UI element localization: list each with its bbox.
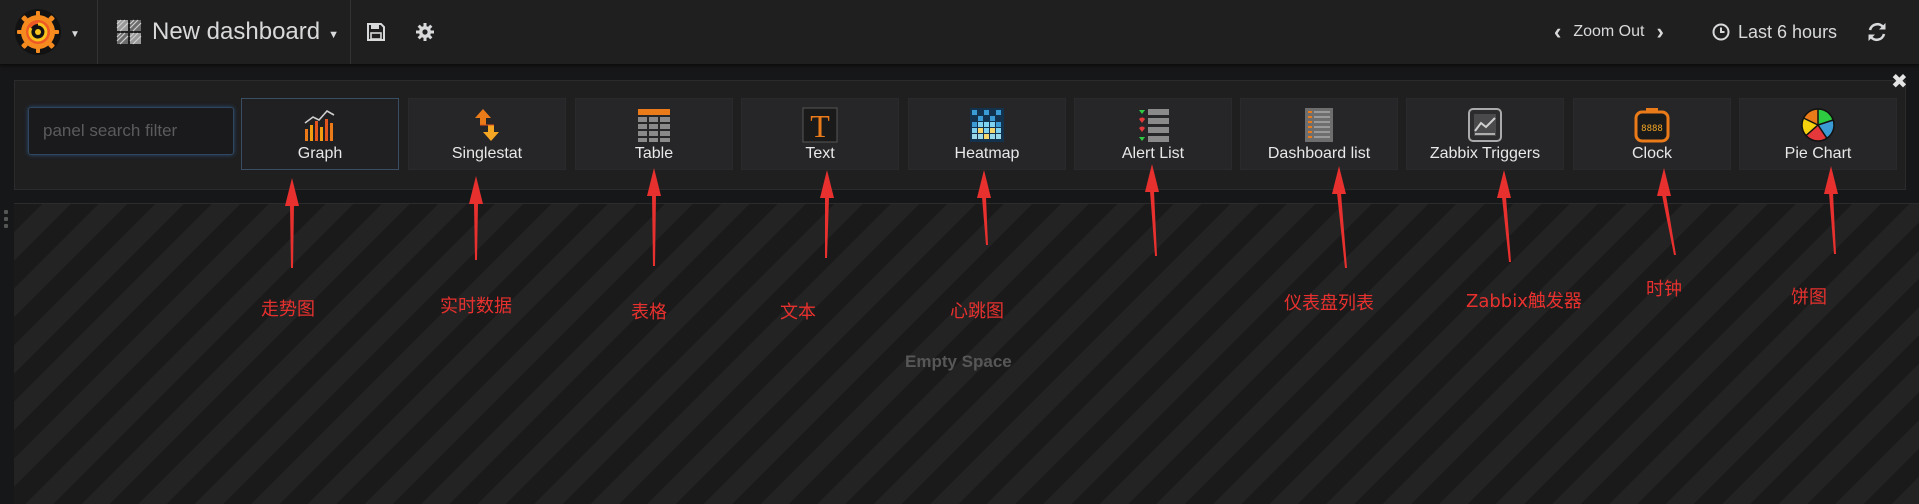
annotation-text: 文本 xyxy=(780,302,816,323)
save-dashboard-button[interactable] xyxy=(362,18,390,46)
svg-text:T: T xyxy=(810,108,830,143)
heatmap-icon xyxy=(970,108,1004,142)
annotation-clock: 时钟 xyxy=(1646,279,1682,300)
zoom-out-button[interactable]: Zoom Out xyxy=(1573,23,1644,41)
annotation-dashboard-list: 仪表盘列表 xyxy=(1284,293,1374,314)
time-range-picker[interactable]: Last 6 hours xyxy=(1712,18,1837,46)
panel-tile-dashboard-list[interactable]: Dashboard list xyxy=(1240,98,1398,170)
panel-label: Clock xyxy=(1631,145,1672,162)
annotation-pie-chart: 饼图 xyxy=(1791,287,1827,308)
dashboard-settings-button[interactable] xyxy=(411,18,439,46)
panel-tile-clock[interactable]: 8888 Clock xyxy=(1573,98,1731,170)
zabbix-triggers-icon xyxy=(1468,108,1502,142)
annotation-zabbix-triggers: Zabbix触发器 xyxy=(1466,291,1582,312)
time-range-label: Last 6 hours xyxy=(1738,21,1838,42)
panel-tile-graph[interactable]: Graph xyxy=(241,98,399,170)
panel-label: Pie Chart xyxy=(1784,145,1852,162)
panel-tile-table[interactable]: Table xyxy=(575,98,733,170)
panel-label: Text xyxy=(805,145,835,162)
svg-text:8888: 8888 xyxy=(1641,124,1663,134)
caret-down-icon: ▼ xyxy=(328,29,339,41)
annotation-heatmap: 心跳图 xyxy=(950,301,1004,322)
alert-list-icon xyxy=(1139,109,1169,142)
grafana-logo-icon xyxy=(15,9,61,55)
annotation-singlestat: 实时数据 xyxy=(440,296,512,317)
time-shift-back-button[interactable]: ‹ xyxy=(1554,19,1561,45)
dashboard-title-dropdown[interactable]: New dashboard ▼ xyxy=(116,14,339,50)
time-shift-forward-button[interactable]: › xyxy=(1656,19,1663,45)
pie-chart-icon xyxy=(1801,108,1835,142)
empty-space-label: Empty Space xyxy=(905,352,1012,371)
save-icon xyxy=(367,23,385,41)
top-navbar: ▼ New dashboard ▼ ‹ Zoom Out › Last 6 ho… xyxy=(0,0,1919,65)
singlestat-icon xyxy=(475,109,499,141)
panel-label: Dashboard list xyxy=(1267,145,1371,162)
panel-tile-text[interactable]: T Text xyxy=(741,98,899,170)
panel-label: Graph xyxy=(297,145,343,162)
panel-tile-zabbix-triggers[interactable]: Zabbix Triggers xyxy=(1406,98,1564,170)
refresh-icon xyxy=(1868,22,1886,42)
dashboard-title: New dashboard xyxy=(152,18,321,45)
annotation-graph: 走势图 xyxy=(261,299,315,320)
graph-icon xyxy=(304,109,335,141)
divider xyxy=(97,0,98,64)
dashboard-list-icon xyxy=(1305,108,1333,142)
clock-icon xyxy=(1712,23,1730,41)
panel-label: Alert List xyxy=(1121,145,1185,162)
refresh-button[interactable] xyxy=(1863,18,1891,46)
panel-tile-pie-chart[interactable]: Pie Chart xyxy=(1739,98,1897,170)
zoom-out-control: ‹ Zoom Out › xyxy=(1554,18,1664,46)
panel-label: Zabbix Triggers xyxy=(1429,145,1541,162)
grafana-logo-menu[interactable]: ▼ xyxy=(14,8,84,56)
clock-icon: 8888 xyxy=(1634,108,1670,143)
panel-label: Singlestat xyxy=(451,145,523,162)
panel-tile-heatmap[interactable]: Heatmap xyxy=(908,98,1066,170)
panel-search-input[interactable] xyxy=(28,107,234,155)
table-icon xyxy=(638,109,670,142)
panel-tile-alert-list[interactable]: Alert List xyxy=(1074,98,1232,170)
panel-label: Heatmap xyxy=(954,145,1020,162)
text-icon: T xyxy=(802,107,838,143)
close-icon[interactable]: ✖ xyxy=(1891,72,1908,92)
dashboard-grid-icon xyxy=(116,19,142,45)
panel-label: Table xyxy=(634,145,674,162)
gear-icon xyxy=(416,23,434,41)
divider xyxy=(350,0,351,64)
annotation-table: 表格 xyxy=(631,302,667,323)
drag-handle-icon[interactable] xyxy=(4,210,8,232)
panel-tile-singlestat[interactable]: Singlestat xyxy=(408,98,566,170)
caret-down-icon: ▼ xyxy=(70,29,80,40)
